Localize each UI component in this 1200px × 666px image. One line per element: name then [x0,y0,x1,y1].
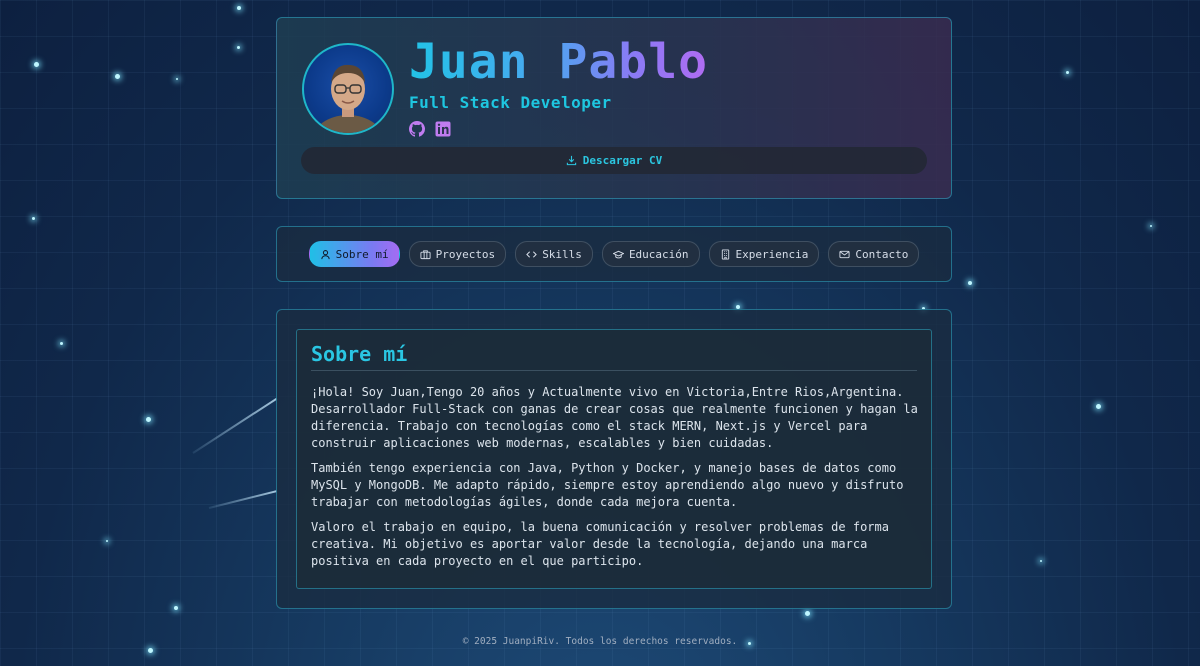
download-cv-button[interactable]: Descargar CV [301,147,927,174]
star [146,417,151,422]
tab-contacto[interactable]: Contacto [828,241,920,267]
download-cv-label: Descargar CV [582,154,663,167]
tab-sobre-mi[interactable]: Sobre mí [308,241,400,267]
tab-label: Proyectos [435,247,496,261]
star [34,62,39,67]
about-paragraph: ¡Hola! Soy Juan,Tengo 20 años y Actualme… [311,385,918,450]
user-icon [320,249,330,259]
tab-label: Skills [542,247,582,261]
star [60,342,63,345]
mail-icon [839,250,850,258]
star [32,217,35,220]
star [115,74,120,79]
about-paragraph: También tengo experiencia con Java, Pyth… [311,461,904,509]
github-icon[interactable] [409,121,425,137]
section-nav: Sobre mí Proyectos Skills Educación Expe… [276,226,952,282]
about-body: ¡Hola! Soy Juan,Tengo 20 años y Actualme… [311,384,921,578]
social-links [409,121,451,137]
about-panel: Sobre mí ¡Hola! Soy Juan,Tengo 20 años y… [296,329,932,589]
star [176,78,178,80]
star [1150,225,1152,227]
about-title: Sobre mí [311,342,408,366]
footer-copyright: © 2025 JuanpiRiv. Todos los derechos res… [462,636,738,647]
avatar [302,43,394,135]
tab-label: Sobre mí [335,247,389,261]
star [1066,71,1069,74]
about-section: Sobre mí ¡Hola! Soy Juan,Tengo 20 años y… [276,309,952,609]
tab-proyectos[interactable]: Proyectos [408,241,507,267]
tab-experiencia[interactable]: Experiencia [708,241,820,267]
download-icon [566,155,576,166]
graduation-cap-icon [612,250,624,258]
profile-name: Juan Pablo [409,34,708,90]
tab-label: Experiencia [735,247,809,261]
tab-label: Contacto [855,247,909,261]
star [106,540,108,542]
star [968,281,972,285]
star [174,606,178,610]
divider [311,370,917,371]
tab-skills[interactable]: Skills [515,241,593,267]
code-icon [526,250,537,258]
profile-header: Juan Pablo Full Stack Developer Descarga… [276,17,952,199]
star [1096,404,1101,409]
about-paragraph: Valoro el trabajo en equipo, la buena co… [311,520,889,568]
linkedin-icon[interactable] [435,121,451,137]
star [148,648,153,653]
star [805,611,810,616]
star [1040,560,1042,562]
star [237,6,241,10]
building-icon [721,248,729,260]
profile-role: Full Stack Developer [409,93,612,112]
tab-label: Educación [628,247,689,261]
star [237,46,240,49]
tab-educacion[interactable]: Educación [601,241,700,267]
briefcase-icon [420,249,431,259]
